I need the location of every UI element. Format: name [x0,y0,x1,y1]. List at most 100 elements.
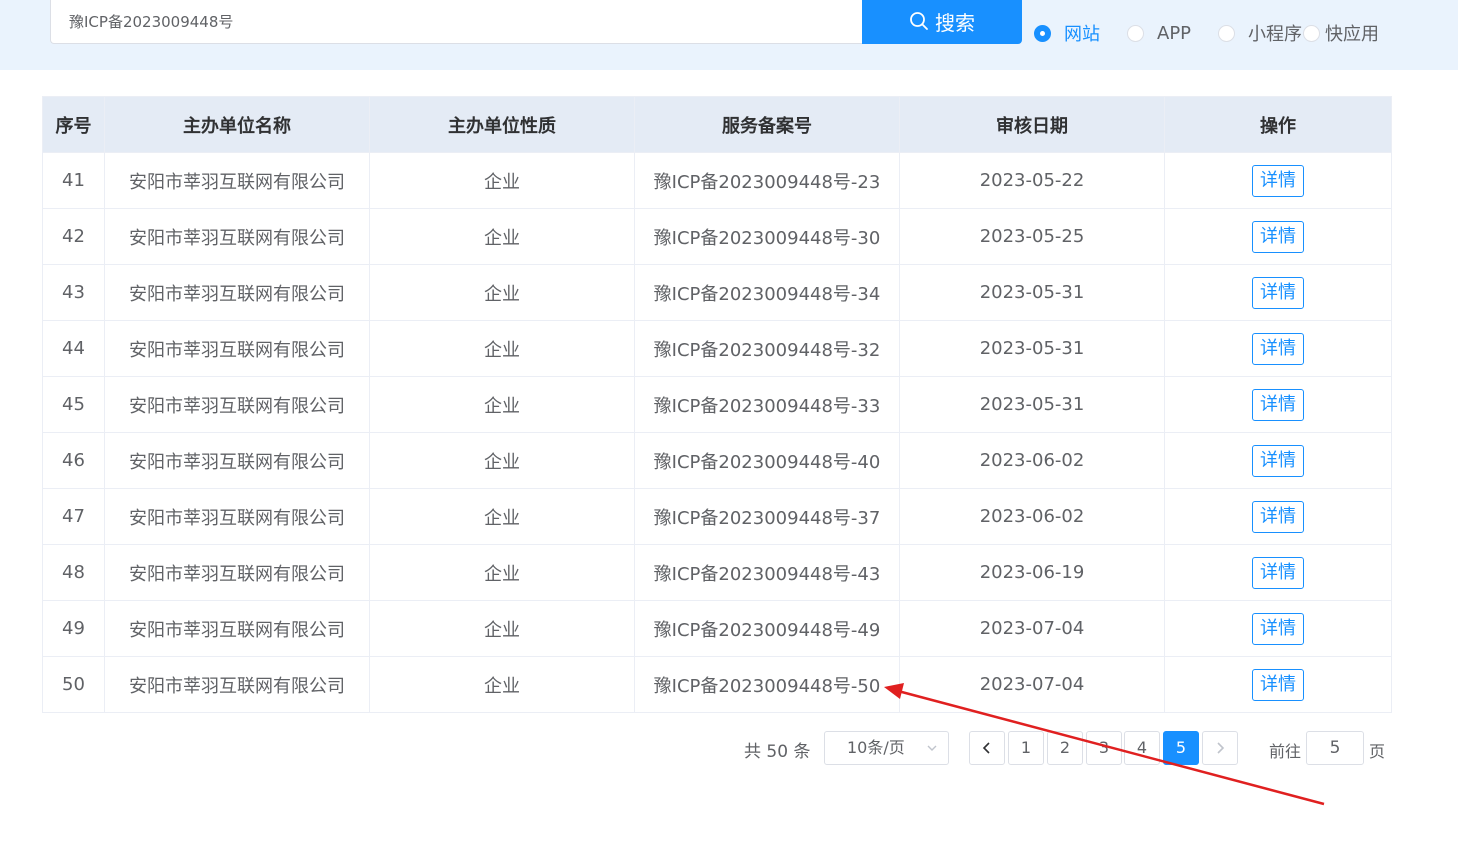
cell-action: 详情 [1164,432,1392,489]
table-row: 50 安阳市莘羽互联网有限公司 企业 豫ICP备2023009448号-50 2… [42,656,1392,713]
cell-org-type: 企业 [369,376,635,433]
cell-review-date: 2023-05-22 [899,152,1165,209]
page-5-current[interactable]: 5 [1163,731,1199,765]
search-button[interactable]: 搜索 [862,0,1022,44]
radio-website[interactable]: 网站 [1034,20,1100,46]
cell-review-date: 2023-05-31 [899,320,1165,377]
radio-dot [1127,24,1144,42]
radio-dot [1218,24,1236,42]
header-action: 操作 [1164,96,1392,153]
cell-action: 详情 [1164,152,1392,209]
radio-dot [1034,24,1051,42]
detail-button[interactable]: 详情 [1252,276,1304,309]
search-input[interactable] [50,0,864,44]
cell-org-name: 安阳市莘羽互联网有限公司 [104,432,370,489]
page-2[interactable]: 2 [1047,731,1083,765]
cell-org-name: 安阳市莘羽互联网有限公司 [104,488,370,545]
detail-button[interactable]: 详情 [1252,668,1304,701]
cell-review-date: 2023-06-02 [899,488,1165,545]
table-row: 45 安阳市莘羽互联网有限公司 企业 豫ICP备2023009448号-33 2… [42,376,1392,433]
table-row: 42 安阳市莘羽互联网有限公司 企业 豫ICP备2023009448号-30 2… [42,208,1392,265]
cell-no: 48 [42,544,105,601]
total-count: 共 50 条 [744,742,811,762]
cell-record-number: 豫ICP备2023009448号-30 [634,208,900,265]
cell-record-number: 豫ICP备2023009448号-32 [634,320,900,377]
radio-mini-program[interactable]: 小程序 [1218,20,1302,46]
goto-page-input[interactable] [1306,731,1364,765]
header-org-name: 主办单位名称 [104,96,370,153]
cell-org-name: 安阳市莘羽互联网有限公司 [104,376,370,433]
cell-review-date: 2023-05-31 [899,264,1165,321]
detail-button[interactable]: 详情 [1252,556,1304,589]
goto-label: 前往 [1269,742,1302,761]
cell-org-type: 企业 [369,600,635,657]
cell-review-date: 2023-06-19 [899,544,1165,601]
page-1[interactable]: 1 [1008,731,1044,765]
cell-org-name: 安阳市莘羽互联网有限公司 [104,600,370,657]
radio-label: 小程序 [1248,24,1303,45]
cell-record-number: 豫ICP备2023009448号-50 [634,656,900,713]
cell-no: 45 [42,376,105,433]
cell-record-number: 豫ICP备2023009448号-37 [634,488,900,545]
detail-button[interactable]: 详情 [1252,444,1304,477]
cell-action: 详情 [1164,320,1392,377]
search-bar-area: 搜索 网站 APP 小程序 快应用 [0,0,1458,70]
radio-dot [1303,24,1321,42]
detail-button[interactable]: 详情 [1252,220,1304,253]
table-row: 49 安阳市莘羽互联网有限公司 企业 豫ICP备2023009448号-49 2… [42,600,1392,657]
cell-org-name: 安阳市莘羽互联网有限公司 [104,264,370,321]
cell-review-date: 2023-05-25 [899,208,1165,265]
table-row: 44 安阳市莘羽互联网有限公司 企业 豫ICP备2023009448号-32 2… [42,320,1392,377]
prev-page-button[interactable] [969,731,1005,765]
cell-org-name: 安阳市莘羽互联网有限公司 [104,208,370,265]
table-row: 47 安阳市莘羽互联网有限公司 企业 豫ICP备2023009448号-37 2… [42,488,1392,545]
cell-review-date: 2023-07-04 [899,656,1165,713]
cell-no: 42 [42,208,105,265]
radio-app[interactable]: APP [1127,23,1191,44]
cell-review-date: 2023-05-31 [899,376,1165,433]
page-4[interactable]: 4 [1124,731,1160,765]
cell-no: 41 [42,152,105,209]
cell-record-number: 豫ICP备2023009448号-43 [634,544,900,601]
table-row: 48 安阳市莘羽互联网有限公司 企业 豫ICP备2023009448号-43 2… [42,544,1392,601]
table-row: 43 安阳市莘羽互联网有限公司 企业 豫ICP备2023009448号-34 2… [42,264,1392,321]
radio-quick-app[interactable]: 快应用 [1302,20,1379,46]
detail-button[interactable]: 详情 [1252,388,1304,421]
page-size-select[interactable]: 10条/页 [824,731,949,765]
cell-org-type: 企业 [369,264,635,321]
table-header-row: 序号 主办单位名称 主办单位性质 服务备案号 审核日期 操作 [42,96,1392,153]
cell-action: 详情 [1164,376,1392,433]
cell-action: 详情 [1164,208,1392,265]
cell-review-date: 2023-06-02 [899,432,1165,489]
cell-no: 47 [42,488,105,545]
cell-action: 详情 [1164,544,1392,601]
next-page-button[interactable] [1202,731,1238,765]
detail-button[interactable]: 详情 [1252,500,1304,533]
detail-button[interactable]: 详情 [1252,612,1304,645]
radio-label: APP [1157,22,1192,44]
search-icon [910,12,928,30]
cell-record-number: 豫ICP备2023009448号-33 [634,376,900,433]
radio-label: 网站 [1064,24,1100,45]
table-row: 41 安阳市莘羽互联网有限公司 企业 豫ICP备2023009448号-23 2… [42,152,1392,209]
cell-record-number: 豫ICP备2023009448号-49 [634,600,900,657]
cell-action: 详情 [1164,656,1392,713]
cell-org-name: 安阳市莘羽互联网有限公司 [104,320,370,377]
cell-org-type: 企业 [369,320,635,377]
cell-record-number: 豫ICP备2023009448号-40 [634,432,900,489]
header-record-number: 服务备案号 [634,96,900,153]
search-button-label: 搜索 [935,10,975,35]
record-table: 序号 主办单位名称 主办单位性质 服务备案号 审核日期 操作 41 安阳市莘羽互… [42,96,1392,713]
cell-no: 50 [42,656,105,713]
page-3[interactable]: 3 [1086,731,1122,765]
header-org-type: 主办单位性质 [369,96,635,153]
cell-org-type: 企业 [369,152,635,209]
cell-no: 49 [42,600,105,657]
header-no: 序号 [42,96,105,153]
cell-org-name: 安阳市莘羽互联网有限公司 [104,152,370,209]
page-suffix: 页 [1369,742,1386,761]
detail-button[interactable]: 详情 [1252,164,1304,197]
chevron-down-icon [927,745,937,751]
detail-button[interactable]: 详情 [1252,332,1304,365]
cell-no: 43 [42,264,105,321]
